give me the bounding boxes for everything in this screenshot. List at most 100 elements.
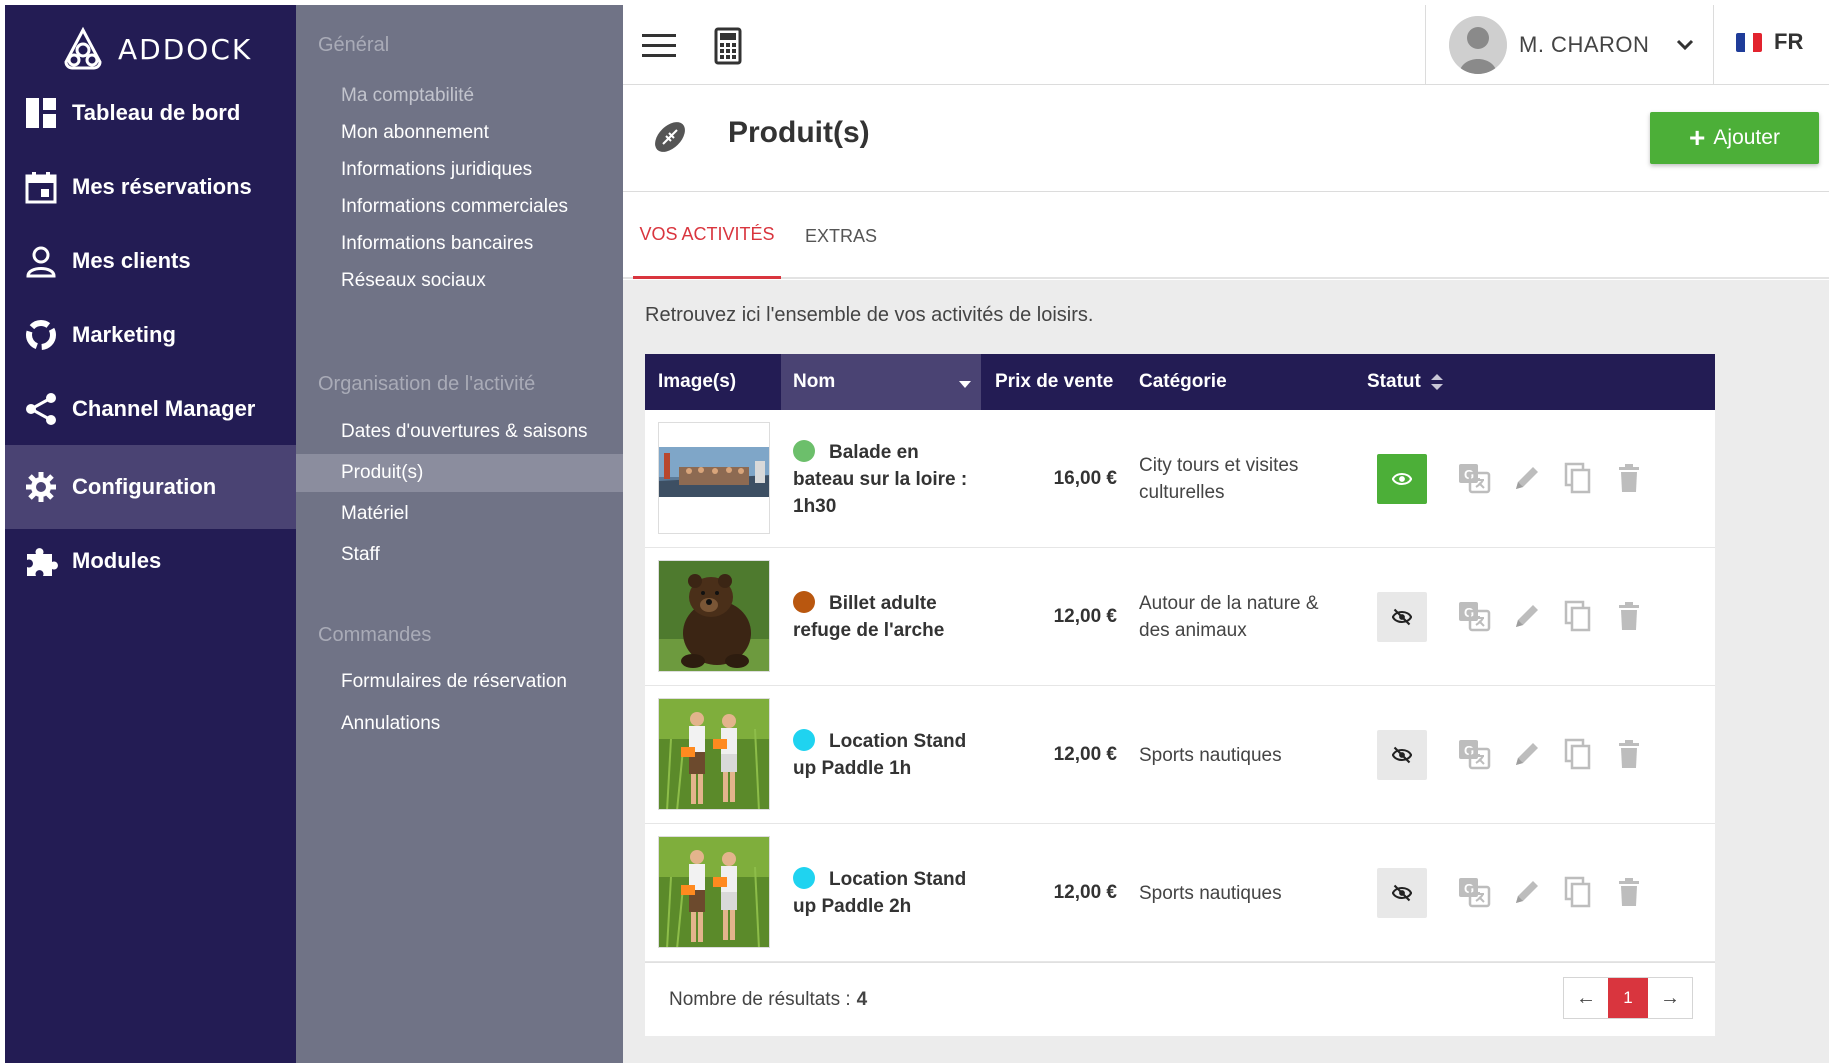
results-label: Nombre de résultats : [669, 989, 851, 1010]
delete-button[interactable] [1609, 872, 1649, 912]
edit-button[interactable] [1507, 872, 1547, 912]
duplicate-button[interactable] [1558, 872, 1598, 912]
language-selector[interactable]: FR [1736, 29, 1803, 55]
duplicate-button[interactable] [1558, 734, 1598, 774]
delete-button[interactable] [1609, 596, 1649, 636]
nav-modules[interactable]: Modules [5, 519, 296, 603]
column-header-prix[interactable]: Prix de vente [995, 354, 1113, 410]
submenu-item-produits[interactable]: Produit(s) [296, 454, 623, 492]
hamburger-menu-button[interactable] [638, 25, 680, 67]
status-toggle-hidden[interactable] [1377, 868, 1427, 918]
product-image-boat[interactable] [658, 422, 770, 534]
product-name-cell: Location Stand up Paddle 1h [793, 686, 983, 824]
pencil-icon [1516, 467, 1538, 489]
avatar [1449, 16, 1507, 74]
translate-icon: G [1459, 602, 1491, 632]
nav-label: Modules [72, 548, 162, 573]
product-image-paddle[interactable] [658, 698, 770, 810]
status-toggle-hidden[interactable] [1377, 592, 1427, 642]
duplicate-button[interactable] [1558, 458, 1598, 498]
pencil-icon [1516, 605, 1538, 627]
table-row[interactable]: Location Stand up Paddle 2h 12,00 € Spor… [645, 824, 1715, 962]
trash-icon [1619, 740, 1639, 768]
results-count: Nombre de résultats : 4 [669, 963, 867, 1037]
delete-button[interactable] [1609, 734, 1649, 774]
submenu-item-comptabilite[interactable]: Ma comptabilité [296, 77, 623, 115]
main-content: Retrouvez ici l'ensemble de vos activité… [623, 280, 1829, 1063]
column-header-statut[interactable]: Statut [1367, 354, 1443, 410]
brand-logo[interactable]: ADDOCK [60, 23, 252, 75]
nav-configuration[interactable]: Configuration [5, 445, 296, 529]
copy-icon [1564, 876, 1591, 908]
translate-button[interactable]: G [1454, 596, 1494, 636]
sort-icon [1430, 374, 1443, 390]
color-dot [793, 867, 815, 889]
avatar-silhouette-icon [1449, 16, 1507, 74]
nav-dashboard[interactable]: Tableau de bord [5, 71, 296, 155]
table-row[interactable]: Balade en bateau sur la loire : 1h30 16,… [645, 410, 1715, 548]
eye-icon [1392, 472, 1412, 486]
nav-marketing[interactable]: Marketing [5, 293, 296, 377]
submenu-item-staff[interactable]: Staff [296, 536, 623, 574]
table-row[interactable]: Billet adulte refuge de l'arche 12,00 € … [645, 548, 1715, 686]
submenu-item-materiel[interactable]: Matériel [296, 495, 623, 533]
previous-page-button[interactable]: ← [1564, 978, 1608, 1018]
nav-channel-manager[interactable]: Channel Manager [5, 367, 296, 451]
add-button[interactable]: + Ajouter [1650, 112, 1819, 164]
pencil-icon [1516, 743, 1538, 765]
translate-button[interactable]: G [1454, 872, 1494, 912]
tab-vos-activites[interactable]: VOS ACTIVITÉS [633, 193, 781, 279]
nav-label: Channel Manager [72, 396, 256, 421]
product-category: Sports nautiques [1139, 744, 1282, 766]
submenu-item-abonnement[interactable]: Mon abonnement [296, 114, 623, 152]
addock-logo-icon [64, 26, 102, 70]
product-name-cell: Location Stand up Paddle 2h [793, 824, 983, 962]
table-header: Image(s) Nom Prix de vente Catégorie Sta… [645, 354, 1715, 410]
submenu-item-annulations[interactable]: Annulations [296, 705, 623, 743]
user-menu[interactable]: M. CHARON [1449, 15, 1697, 75]
submenu-item-dates[interactable]: Dates d'ouvertures & saisons [296, 413, 623, 451]
column-header-images: Image(s) [658, 371, 737, 392]
table-footer: Nombre de résultats : 4 ← 1 → [645, 962, 1715, 1036]
products-table: Image(s) Nom Prix de vente Catégorie Sta… [645, 354, 1715, 1036]
edit-button[interactable] [1507, 734, 1547, 774]
column-header-nom[interactable]: Nom [781, 354, 981, 410]
page-title: Produit(s) [728, 116, 870, 149]
product-image-paddle[interactable] [658, 836, 770, 948]
nav-reservations[interactable]: Mes réservations [5, 145, 296, 229]
delete-button[interactable] [1609, 458, 1649, 498]
nav-clients[interactable]: Mes clients [5, 219, 296, 303]
product-category: City tours et visites culturelles [1139, 455, 1299, 503]
submenu-item-juridiques[interactable]: Informations juridiques [296, 151, 623, 189]
translate-button[interactable]: G [1454, 734, 1494, 774]
submenu-item-commerciales[interactable]: Informations commerciales [296, 188, 623, 226]
submenu-item-reseaux[interactable]: Réseaux sociaux [296, 262, 623, 300]
add-button-label: Ajouter [1713, 126, 1780, 149]
table-row[interactable]: Location Stand up Paddle 1h 12,00 € Spor… [645, 686, 1715, 824]
product-price: 12,00 € [1053, 882, 1117, 903]
status-toggle-hidden[interactable] [1377, 730, 1427, 780]
column-header-categorie[interactable]: Catégorie [1139, 354, 1227, 410]
nav-label: Configuration [72, 474, 217, 499]
language-label: FR [1774, 29, 1804, 54]
page-1-button[interactable]: 1 [1608, 978, 1648, 1018]
submenu-item-bancaires[interactable]: Informations bancaires [296, 225, 623, 263]
product-name: Location Stand up Paddle 2h [793, 869, 967, 917]
boat-photo [659, 423, 769, 533]
calculator-button[interactable] [707, 25, 749, 67]
gear-icon [24, 470, 58, 504]
status-toggle-visible[interactable] [1377, 454, 1427, 504]
product-price: 12,00 € [1053, 744, 1117, 765]
tab-extras[interactable]: EXTRAS [791, 193, 891, 279]
submenu-item-formulaires[interactable]: Formulaires de réservation [296, 663, 623, 701]
edit-button[interactable] [1507, 596, 1547, 636]
translate-button[interactable]: G [1454, 458, 1494, 498]
product-category: Autour de la nature & des animaux [1139, 593, 1319, 641]
edit-button[interactable] [1507, 458, 1547, 498]
next-page-button[interactable]: → [1648, 978, 1692, 1018]
plus-icon: + [1689, 122, 1706, 153]
top-bar: M. CHARON FR [623, 5, 1829, 85]
duplicate-button[interactable] [1558, 596, 1598, 636]
eye-slash-icon [1392, 608, 1412, 626]
product-image-bear[interactable] [658, 560, 770, 672]
